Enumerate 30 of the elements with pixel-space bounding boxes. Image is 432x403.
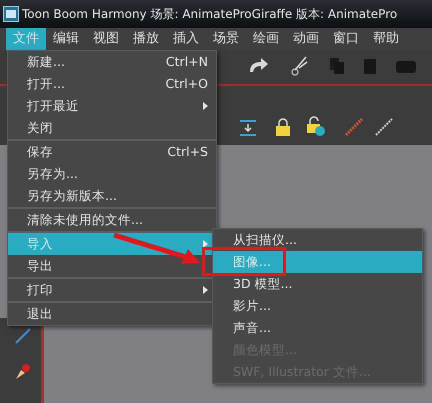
menu-item[interactable]: 导出: [8, 255, 216, 277]
menu-item[interactable]: 打开... Ctrl+O: [8, 73, 216, 95]
menu-item[interactable]: 关闭: [8, 117, 216, 139]
unlock-icon[interactable]: [307, 116, 325, 136]
menu-item[interactable]: 插入: [166, 28, 206, 50]
menu-item[interactable]: 播放: [126, 28, 166, 50]
menu-item[interactable]: 打开最近: [8, 95, 216, 117]
menu-item[interactable]: 影片...: [213, 295, 422, 317]
menu-item[interactable]: 窗口: [326, 28, 366, 50]
brush-icon[interactable]: [15, 328, 31, 344]
menu-item[interactable]: 动画: [286, 28, 326, 50]
menu-item[interactable]: 另存为新版本...: [8, 185, 216, 207]
menu-item[interactable]: 新建... Ctrl+N: [8, 51, 216, 73]
window-title: Toon Boom Harmony 场景: AnimateProGiraffe 版本: AnimatePro: [22, 6, 398, 23]
app-icon: [3, 6, 19, 22]
menu-item[interactable]: 声音...: [213, 317, 422, 339]
menu-item[interactable]: 3D 模型...: [213, 273, 422, 295]
menu-item[interactable]: 视图: [86, 28, 126, 50]
menu-item[interactable]: 帮助: [366, 28, 406, 50]
menu-item[interactable]: 编辑: [46, 28, 86, 50]
download-icon[interactable]: [240, 120, 256, 136]
pencil-icon[interactable]: [15, 362, 31, 380]
scissors-icon[interactable]: [291, 56, 309, 76]
menu-item[interactable]: 保存 Ctrl+S: [8, 139, 216, 163]
menu-item[interactable]: 另存为...: [8, 163, 216, 185]
redo-icon[interactable]: [247, 58, 269, 74]
menu-item[interactable]: 从扫描仪...: [213, 229, 422, 251]
menu-item[interactable]: 场景: [206, 28, 246, 50]
menu-item[interactable]: 绘画: [246, 28, 286, 50]
lock-icon[interactable]: [276, 118, 290, 136]
